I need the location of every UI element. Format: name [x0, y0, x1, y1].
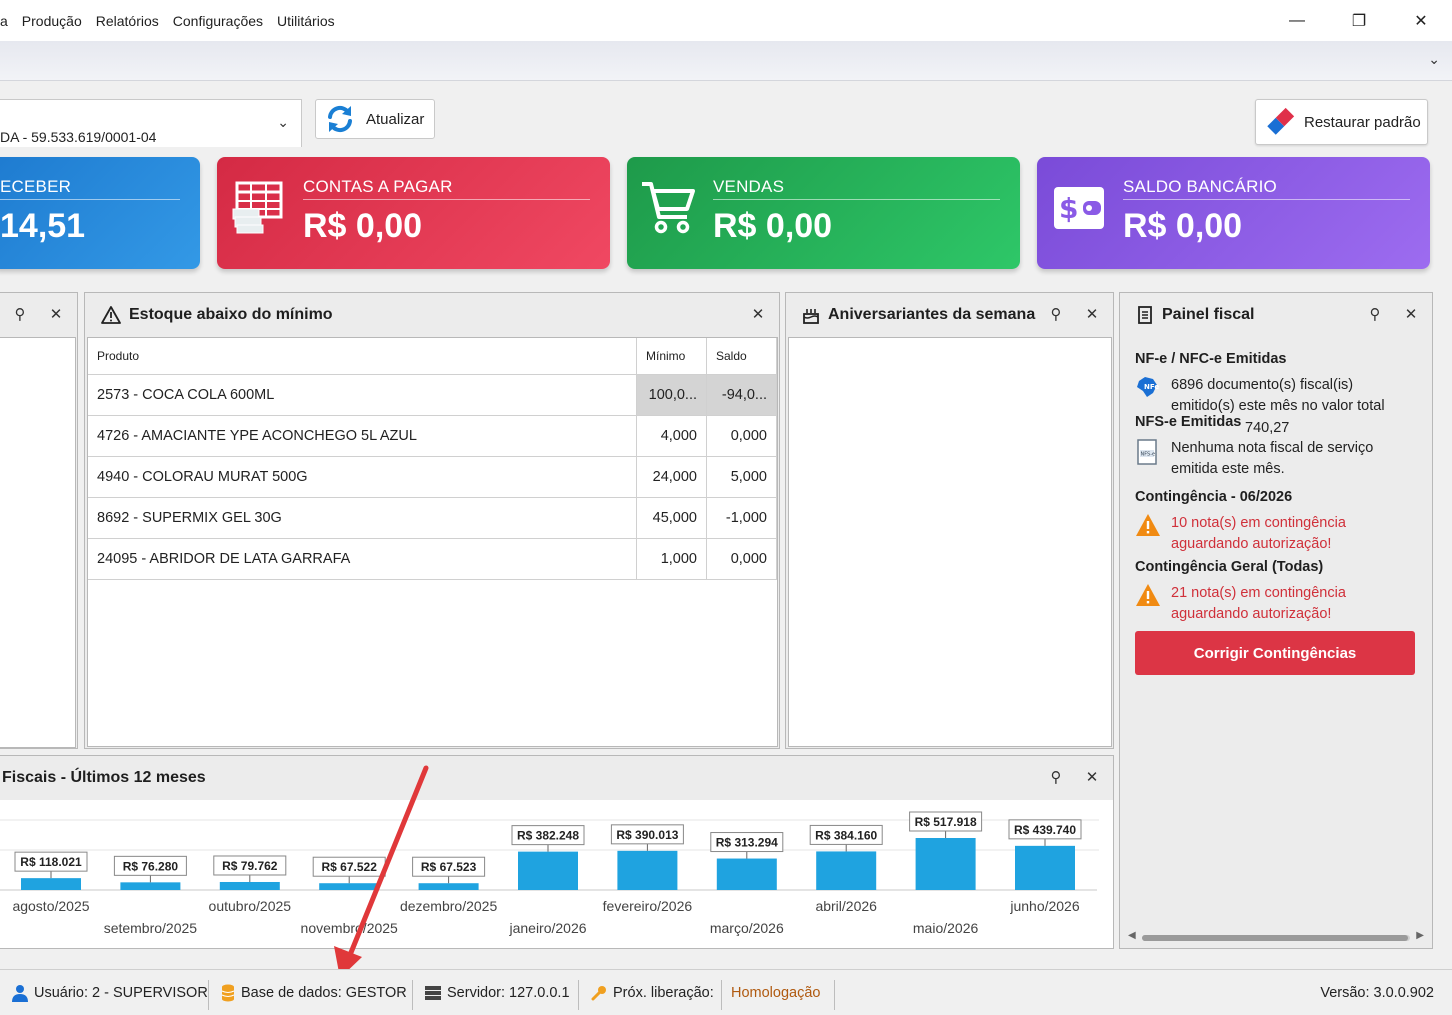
status-separator	[412, 980, 413, 1010]
user-icon	[12, 985, 28, 1002]
status-separator	[721, 980, 722, 1010]
status-server-text: Servidor: 127.0.0.1	[447, 985, 570, 1001]
annotation-arrow	[334, 765, 429, 978]
status-user: Usuário: 2 - SUPERVISOR	[12, 970, 208, 1015]
status-release: Próx. liberação:	[591, 970, 714, 1015]
status-environment: Homologação	[731, 970, 820, 1015]
database-icon	[221, 984, 235, 1002]
status-database: Base de dados: GESTOR	[221, 970, 407, 1015]
status-release-text: Próx. liberação:	[613, 985, 714, 1001]
status-database-text: Base de dados: GESTOR	[241, 985, 407, 1001]
status-version-text: Versão: 3.0.0.902	[1320, 985, 1434, 1001]
status-environment-text: Homologação	[731, 985, 821, 1001]
status-user-text: Usuário: 2 - SUPERVISOR	[34, 985, 208, 1001]
status-separator	[578, 980, 579, 1010]
status-separator	[208, 980, 209, 1010]
server-icon	[425, 986, 441, 1000]
status-version: Versão: 3.0.0.902	[1320, 970, 1434, 1015]
status-separator	[834, 980, 835, 1010]
key-icon	[591, 986, 606, 1001]
status-bar: Usuário: 2 - SUPERVISOR Base de dados: G…	[0, 969, 1452, 1015]
status-server: Servidor: 127.0.0.1	[425, 970, 570, 1015]
